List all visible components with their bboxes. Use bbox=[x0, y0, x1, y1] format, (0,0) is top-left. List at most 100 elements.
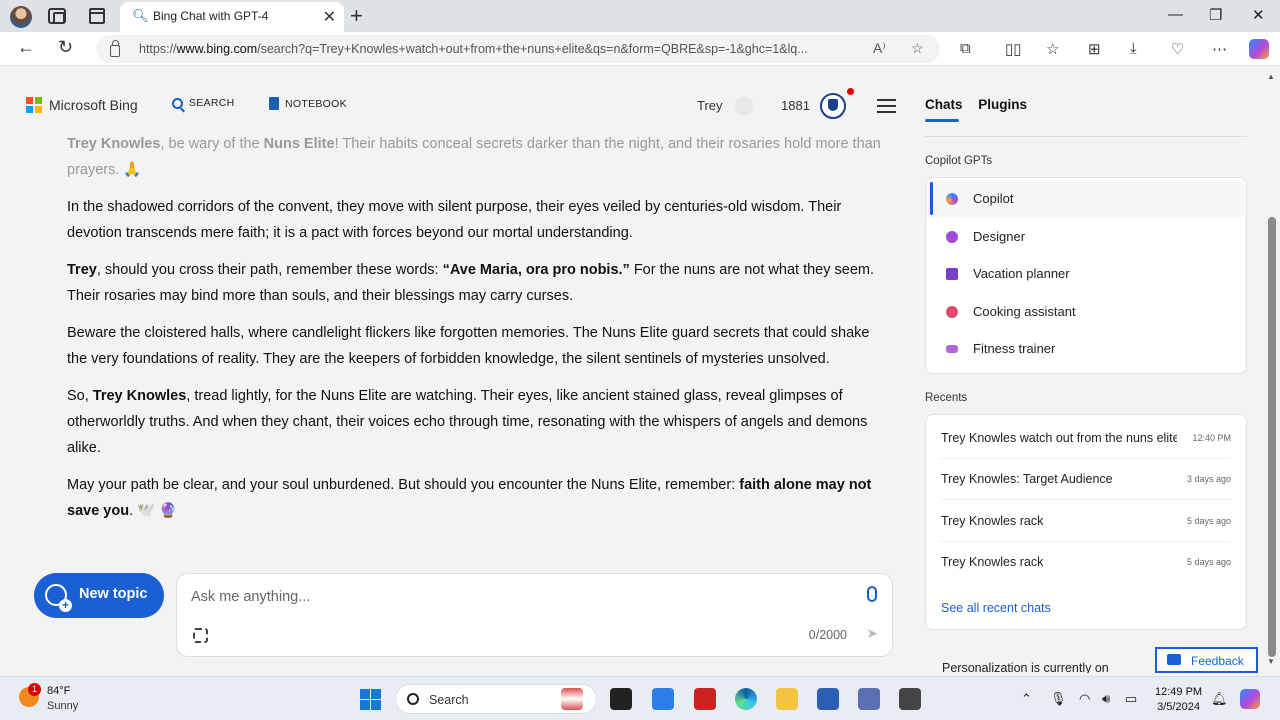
weather-condition[interactable]: Sunny bbox=[47, 700, 78, 712]
profile-avatar[interactable] bbox=[10, 6, 32, 28]
copilot-taskbar-icon[interactable] bbox=[1240, 689, 1260, 709]
user-avatar-icon[interactable] bbox=[735, 97, 753, 115]
more-menu-icon[interactable]: ⋯ bbox=[1212, 40, 1227, 58]
bing-search-favicon-icon: 🔍︎ bbox=[132, 8, 149, 23]
lock-icon bbox=[110, 40, 120, 57]
weather-temperature[interactable]: 84°F bbox=[47, 685, 70, 697]
url-text: https://www.bing.com/search?q=Trey+Knowl… bbox=[139, 42, 808, 56]
gpt-item-designer[interactable]: Designer bbox=[926, 218, 1244, 255]
extensions-icon[interactable]: ⧉ bbox=[960, 40, 971, 57]
app-icon[interactable] bbox=[858, 688, 880, 710]
new-tab-icon[interactable]: + bbox=[350, 3, 363, 29]
system-clock[interactable]: 12:49 PM 3/5/2024 bbox=[1155, 685, 1202, 715]
gpt-label: Fitness trainer bbox=[973, 341, 1056, 356]
gpt-item-cooking-assistant[interactable]: Cooking assistant bbox=[926, 293, 1244, 330]
task-view-icon[interactable] bbox=[610, 688, 632, 710]
microphone-icon[interactable]: 🎙︎ bbox=[1050, 691, 1067, 707]
active-tab-underline bbox=[925, 119, 959, 122]
recent-chat-item[interactable]: Trey Knowles watch out from the nuns eli… bbox=[941, 418, 1231, 459]
microphone-icon[interactable] bbox=[867, 586, 877, 602]
send-icon[interactable]: ➤ bbox=[866, 625, 878, 642]
user-name[interactable]: Trey bbox=[697, 98, 723, 113]
gpt-item-copilot[interactable]: Copilot bbox=[926, 180, 1244, 217]
split-screen-icon[interactable]: ▯▯ bbox=[1005, 40, 1022, 58]
browser-essentials-icon[interactable]: ♡ bbox=[1171, 40, 1184, 58]
back-icon[interactable]: ← bbox=[17, 37, 35, 58]
wifi-icon[interactable]: ◠ bbox=[1079, 691, 1090, 707]
tab-actions-icon[interactable] bbox=[89, 8, 105, 24]
microsoft-logo-icon bbox=[26, 97, 42, 113]
gpts-list: Copilot Designer Vacation planner Cookin… bbox=[925, 177, 1247, 374]
tab-chats[interactable]: Chats bbox=[925, 97, 963, 112]
notification-bell-icon[interactable]: 🔔︎ bbox=[1211, 691, 1228, 707]
recent-chat-date: 3 days ago bbox=[1186, 474, 1231, 484]
recent-chat-date: 5 days ago bbox=[1186, 516, 1231, 526]
workspaces-icon[interactable] bbox=[48, 8, 66, 24]
chat-response: Trey Knowles, be wary of the Nuns Elite!… bbox=[67, 131, 887, 535]
recent-chat-title: Trey Knowles rack bbox=[941, 514, 1044, 528]
recent-chat-title: Trey Knowles: Target Audience bbox=[941, 472, 1113, 486]
address-bar[interactable]: https://www.bing.com/search?q=Trey+Knowl… bbox=[96, 35, 940, 63]
copilot-icon bbox=[946, 193, 958, 205]
downloads-icon[interactable]: ⤓ bbox=[1130, 40, 1137, 57]
camera-app-icon[interactable] bbox=[899, 688, 921, 710]
suitcase-icon bbox=[946, 268, 958, 280]
scroll-up-icon[interactable]: ▲ bbox=[1267, 72, 1275, 81]
chat-paragraph: Trey Knowles, be wary of the Nuns Elite!… bbox=[67, 136, 881, 178]
refresh-icon[interactable]: ↻ bbox=[58, 37, 73, 58]
edge-browser-icon[interactable] bbox=[735, 688, 757, 710]
nav-search[interactable]: SEARCH bbox=[172, 97, 235, 109]
windows-start-icon[interactable] bbox=[360, 689, 381, 710]
collections-icon[interactable]: ⊞ bbox=[1088, 40, 1101, 58]
rewards-points[interactable]: 1881 bbox=[781, 98, 810, 113]
gpt-label: Vacation planner bbox=[973, 266, 1070, 281]
chat-paragraph: Trey, should you cross their path, remem… bbox=[67, 262, 875, 304]
recent-chat-item[interactable]: Trey Knowles rack 5 days ago bbox=[941, 542, 1231, 583]
brand-name: Microsoft Bing bbox=[49, 97, 138, 113]
recent-chat-title: Trey Knowles rack bbox=[941, 555, 1044, 569]
chevron-up-icon[interactable]: ⌃ bbox=[1021, 691, 1032, 707]
battery-icon[interactable]: ▭ bbox=[1125, 691, 1137, 707]
minimize-icon[interactable]: — bbox=[1168, 6, 1183, 23]
recent-chat-item[interactable]: Trey Knowles rack 5 days ago bbox=[941, 501, 1231, 542]
feedback-label: Feedback bbox=[1191, 654, 1244, 668]
new-topic-button[interactable]: New topic bbox=[34, 573, 164, 618]
personalization-status: Personalization is currently on bbox=[942, 661, 1109, 673]
see-all-chats-link[interactable]: See all recent chats bbox=[941, 601, 1051, 615]
recent-chat-item[interactable]: Trey Knowles: Target Audience 3 days ago bbox=[941, 459, 1231, 500]
snipping-tool-icon[interactable] bbox=[652, 688, 674, 710]
favorite-star-icon[interactable]: ☆ bbox=[911, 40, 924, 57]
copilot-sidebar-icon[interactable] bbox=[1249, 39, 1269, 59]
bing-logo[interactable]: Microsoft Bing bbox=[26, 97, 138, 113]
designer-icon bbox=[946, 231, 958, 243]
volume-icon[interactable]: 🔊︎ bbox=[1102, 691, 1110, 707]
app-icon[interactable] bbox=[561, 688, 583, 710]
word-icon[interactable] bbox=[817, 688, 839, 710]
favorites-icon[interactable]: ☆ bbox=[1046, 40, 1059, 58]
feedback-button[interactable]: Feedback bbox=[1155, 647, 1258, 673]
file-explorer-icon[interactable] bbox=[776, 688, 798, 710]
hamburger-menu-icon[interactable] bbox=[877, 99, 896, 113]
gpt-item-fitness-trainer[interactable]: Fitness trainer bbox=[926, 330, 1244, 367]
tab-close-icon[interactable]: ✕ bbox=[323, 7, 336, 27]
page-scrollbar[interactable]: ▲ ▼ bbox=[1264, 67, 1280, 673]
browser-tab[interactable]: 🔍︎ Bing Chat with GPT-4 ✕ bbox=[120, 2, 344, 32]
visual-search-icon[interactable] bbox=[193, 628, 208, 643]
window-close-icon[interactable]: ✕ bbox=[1252, 6, 1265, 24]
nav-notebook[interactable]: NOTEBOOK bbox=[269, 97, 347, 110]
restore-icon[interactable]: ❐ bbox=[1209, 6, 1222, 24]
read-aloud-icon[interactable]: A⁾ bbox=[873, 40, 886, 57]
chat-input[interactable]: Ask me anything... 0/2000 ➤ bbox=[176, 573, 893, 657]
dumbbell-icon bbox=[946, 345, 958, 353]
chat-input-placeholder: Ask me anything... bbox=[191, 589, 311, 605]
gpt-item-vacation-planner[interactable]: Vacation planner bbox=[926, 255, 1244, 292]
scroll-thumb[interactable] bbox=[1268, 217, 1276, 657]
chat-paragraph: Beware the cloistered halls, where candl… bbox=[67, 325, 870, 367]
gpt-label: Designer bbox=[973, 229, 1026, 244]
rewards-medal-icon[interactable] bbox=[820, 93, 846, 119]
tab-plugins[interactable]: Plugins bbox=[978, 97, 1027, 112]
scroll-down-icon[interactable]: ▼ bbox=[1267, 657, 1275, 666]
media-app-icon[interactable] bbox=[694, 688, 716, 710]
tab-title: Bing Chat with GPT-4 bbox=[153, 9, 269, 23]
chat-paragraph: So, Trey Knowles, tread lightly, for the… bbox=[67, 388, 868, 456]
